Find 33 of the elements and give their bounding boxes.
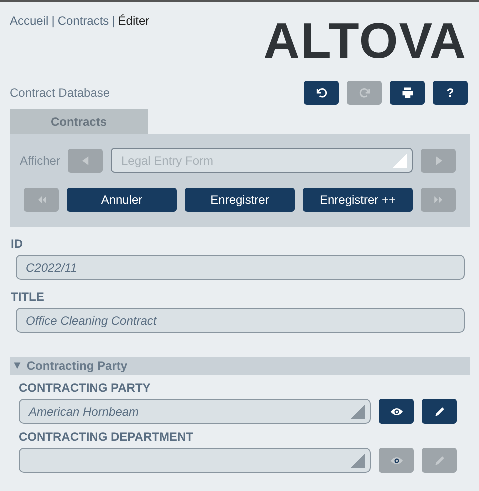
action-button[interactable]: Enregistrer (185, 188, 295, 212)
action-button[interactable]: Enregistrer ++ (303, 188, 413, 212)
app-title: Contract Database (10, 86, 110, 100)
logo: ALTOVA (264, 20, 467, 71)
field-label: ID (11, 237, 24, 251)
pencil-icon (432, 404, 446, 418)
breadcrumb-link[interactable]: Accueil (10, 14, 49, 28)
breadcrumb-link[interactable]: Éditer (118, 14, 150, 28)
tab[interactable]: Contracts (10, 109, 148, 134)
field-label: CONTRACTING DEPARTMENT (19, 430, 194, 444)
redo-icon (358, 86, 372, 100)
undo-button[interactable] (304, 81, 339, 105)
section-header[interactable]: ▼ Contracting Party (10, 357, 470, 375)
undo-icon (314, 86, 328, 100)
field-label: CONTRACTING PARTY (19, 381, 152, 395)
edit-button[interactable] (422, 399, 457, 424)
printer-icon (400, 86, 414, 100)
view-button[interactable] (379, 399, 414, 424)
input-field[interactable]: C2022/11 (16, 255, 465, 280)
breadcrumb-link[interactable]: Contracts (58, 14, 110, 28)
field-label: TITLE (11, 290, 46, 304)
action-button[interactable]: Annuler (67, 188, 177, 212)
dropdown-field[interactable]: American Hornbeam (19, 399, 371, 424)
pencil-icon (432, 454, 446, 468)
input-field[interactable]: Office Cleaning Contract (16, 308, 465, 333)
view-label: Afficher (20, 154, 60, 168)
section-title: Contracting Party (26, 359, 128, 373)
print-button[interactable] (390, 81, 425, 105)
dropdown-field[interactable] (19, 448, 371, 473)
expand-icon: ▼ (12, 360, 23, 372)
breadcrumb-separator: | (112, 14, 116, 28)
help-button[interactable]: ? (433, 81, 468, 105)
breadcrumb-separator: | (52, 14, 55, 28)
